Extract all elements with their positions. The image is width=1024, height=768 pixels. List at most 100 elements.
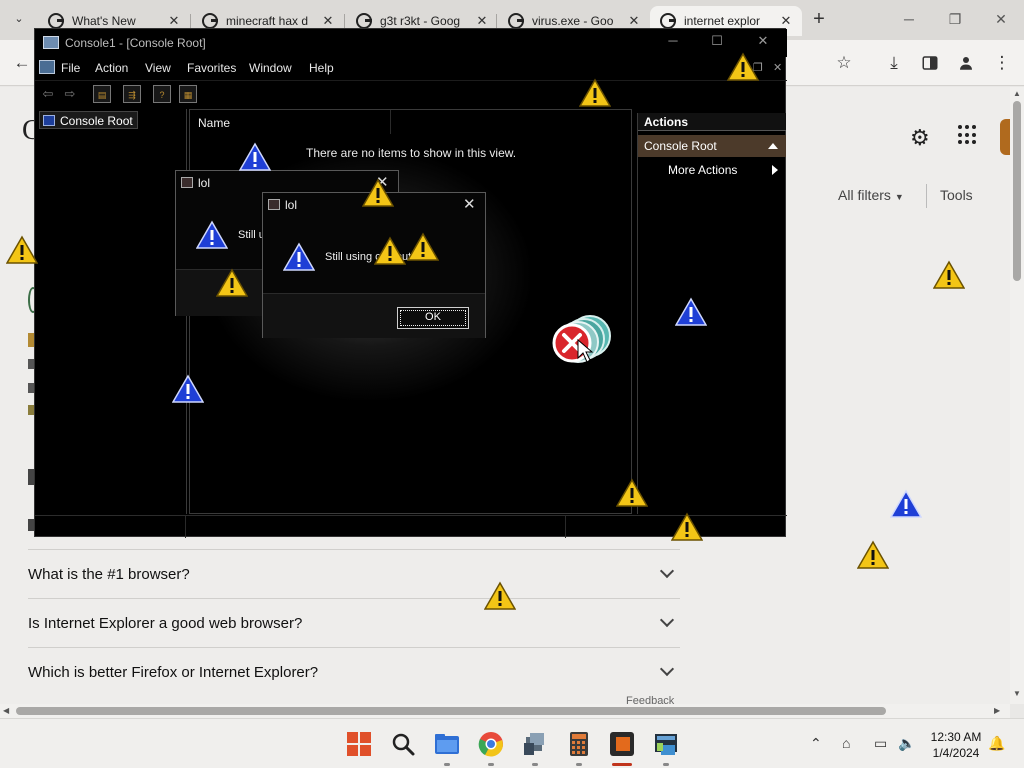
running-indicator	[576, 763, 582, 766]
back-arrow-icon[interactable]: ←	[10, 51, 34, 75]
menu-favorites[interactable]: Favorites	[187, 61, 236, 75]
scrollbar-thumb[interactable]	[16, 707, 886, 715]
tree-node-label: Console Root	[60, 114, 133, 128]
calculator-icon[interactable]	[566, 731, 592, 757]
downloads-icon[interactable]: ⤓	[882, 51, 906, 75]
system-clock[interactable]: 12:30 AM 1/4/2024	[928, 729, 984, 761]
chrome-favicon-icon	[48, 13, 64, 29]
chevron-down-icon	[659, 563, 675, 579]
restore-button[interactable]: ❐	[940, 8, 970, 30]
actions-section-console-root[interactable]: Console Root	[638, 135, 786, 157]
mmc-close-button[interactable]: ✕	[753, 33, 773, 49]
export-list-icon[interactable]: ⇶	[123, 85, 141, 103]
tab-close-icon[interactable]: ✕	[778, 13, 794, 29]
help-icon[interactable]: ?	[153, 85, 171, 103]
mmc-minimize-button[interactable]: ─	[663, 33, 683, 48]
all-filters-dropdown[interactable]: All filters ▼	[838, 187, 904, 203]
more-actions-item[interactable]: More Actions	[668, 163, 737, 177]
warning-icon	[616, 478, 648, 508]
terminal-icon[interactable]	[522, 731, 548, 757]
tools-button[interactable]: Tools	[940, 187, 973, 203]
profile-icon[interactable]	[954, 51, 978, 75]
faq-question: What is the #1 browser?	[28, 565, 190, 583]
info-triangle-icon	[172, 374, 204, 404]
menu-action[interactable]: Action	[95, 61, 128, 75]
info-triangle-icon	[675, 297, 707, 327]
minimize-button[interactable]: ─	[894, 8, 924, 30]
status-divider	[565, 516, 566, 538]
scroll-left-icon[interactable]: ◀	[3, 706, 9, 715]
start-windows-icon[interactable]	[346, 731, 372, 757]
mmc-maximize-button[interactable]: ☐	[707, 33, 727, 49]
info-triangle-icon	[283, 242, 315, 272]
menu-kebab-icon[interactable]: ⋮	[990, 51, 1014, 75]
new-tab-button[interactable]: +	[808, 8, 830, 30]
show-hidden-icons-chevron-icon[interactable]: ⌃	[810, 735, 822, 752]
mmc-toolbar: ⇦ ⇨ ▤ ⇶ ? ▦	[35, 80, 787, 106]
volume-muted-icon[interactable]: 🔈	[898, 735, 915, 752]
vertical-scrollbar[interactable]: ▲ ▼	[1010, 87, 1024, 704]
column-divider	[390, 110, 391, 134]
scroll-down-icon[interactable]: ▼	[1013, 689, 1021, 698]
faq-item[interactable]: Which is better Firefox or Internet Expl…	[28, 647, 680, 696]
ok-button[interactable]: OK	[397, 307, 469, 329]
menu-file[interactable]: File	[61, 61, 80, 75]
bookmark-star-icon[interactable]: ☆	[832, 51, 856, 75]
display-icon[interactable]: ▭	[874, 735, 887, 752]
tree-node-console-root[interactable]: Console Root	[39, 111, 138, 129]
scroll-up-icon[interactable]: ▲	[1013, 89, 1021, 98]
search-icon[interactable]	[390, 731, 416, 757]
caret-down-icon: ▼	[894, 192, 904, 202]
active-indicator	[612, 763, 632, 766]
running-indicator	[488, 763, 494, 766]
tab-close-icon[interactable]: ✕	[166, 13, 182, 29]
scrollbar-thumb[interactable]	[1013, 101, 1021, 281]
show-hide-tree-icon[interactable]: ▤	[93, 85, 111, 103]
side-panel-icon[interactable]	[918, 51, 942, 75]
scroll-right-icon[interactable]: ▶	[994, 706, 1000, 715]
chrome-icon[interactable]	[478, 731, 504, 757]
windows-taskbar: ⌃ ⌂ ▭ 🔈 12:30 AM 1/4/2024 🔔	[0, 718, 1024, 768]
menu-view[interactable]: View	[145, 61, 171, 75]
back-arrow-icon[interactable]: ⇦	[39, 85, 57, 103]
faq-item[interactable]: Is Internet Explorer a good web browser?	[28, 598, 680, 647]
network-icon[interactable]: ⌂	[842, 735, 850, 751]
filters-divider	[926, 184, 927, 208]
forward-arrow-icon[interactable]: ⇨	[61, 85, 79, 103]
tab-search-chevron-icon[interactable]: ⌄	[8, 8, 30, 30]
tab-close-icon[interactable]: ✕	[320, 13, 336, 29]
menu-help[interactable]: Help	[309, 61, 334, 75]
google-favicon-icon	[202, 13, 218, 29]
dialog-message: Still u	[238, 229, 265, 241]
tab-close-icon[interactable]: ✕	[474, 13, 490, 29]
horizontal-scrollbar[interactable]: ◀ ▶	[0, 704, 1010, 718]
notification-bell-icon[interactable]: 🔔	[988, 735, 1005, 752]
tab-close-icon[interactable]: ✕	[626, 13, 642, 29]
faq-item[interactable]: What is the #1 browser?	[28, 549, 680, 598]
active-app-icon[interactable]	[609, 731, 635, 757]
info-triangle-icon	[239, 142, 271, 172]
file-explorer-icon[interactable]	[434, 731, 460, 757]
mdi-close-icon[interactable]: ✕	[773, 61, 782, 74]
close-window-button[interactable]: ✕	[986, 8, 1016, 30]
mmc-scope-tree: Console Root	[35, 109, 187, 514]
menu-window[interactable]: Window	[249, 61, 292, 75]
dialog-footer: OK	[263, 293, 485, 338]
column-header-name[interactable]: Name	[198, 116, 230, 130]
mmc-console-taskbar-icon[interactable]	[653, 731, 679, 757]
show-action-pane-icon[interactable]: ▦	[179, 85, 197, 103]
warning-icon	[727, 52, 759, 82]
warning-icon	[671, 512, 703, 542]
google-favicon-icon	[356, 13, 372, 29]
mmc-actions-pane: Actions Console Root More Actions	[637, 113, 786, 514]
feedback-link[interactable]: Feedback	[626, 695, 674, 704]
settings-gear-icon[interactable]: ⚙	[910, 125, 930, 151]
account-avatar[interactable]	[1000, 119, 1010, 155]
tab-divider	[344, 14, 345, 28]
google-apps-icon[interactable]	[958, 125, 978, 145]
mmc-title-bar[interactable]: Console1 - [Console Root] ─ ☐ ✕	[35, 29, 787, 57]
actions-header: Actions	[638, 113, 786, 131]
dialog-close-icon[interactable]: ✕	[463, 195, 476, 213]
warning-icon	[216, 268, 248, 298]
running-indicator	[532, 763, 538, 766]
